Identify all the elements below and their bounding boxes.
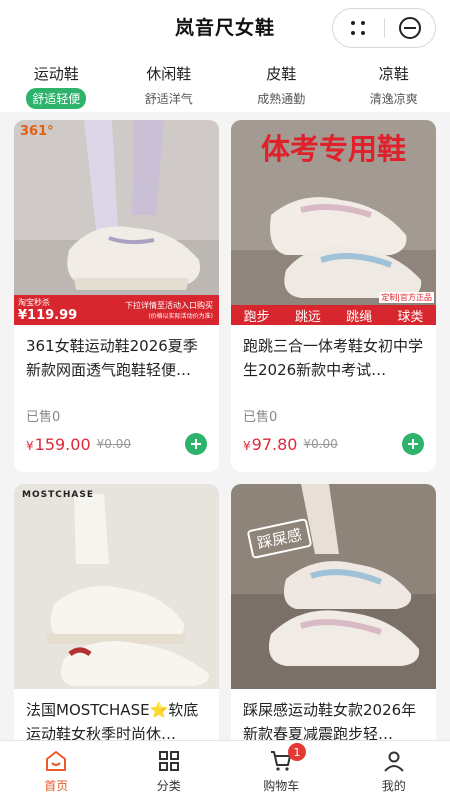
bottom-tab-bar: 首页 分类 1 购物车 我的 [0, 740, 450, 800]
brand-logo: 361° [20, 124, 54, 139]
promo-note: (价格以实际活动价为准) [148, 313, 213, 320]
feature-label: 球类 [397, 309, 424, 325]
sold-count: 已售0 [26, 410, 61, 425]
sold-count: 已售0 [243, 410, 278, 425]
more-dots-icon [351, 21, 366, 35]
tabbar-label: 分类 [156, 779, 181, 793]
home-icon [46, 751, 67, 771]
category-icon [158, 751, 179, 771]
tab-name: 凉鞋 [378, 65, 409, 83]
category-tabs: 运动鞋 舒适轻便 休闲鞋 舒适洋气 皮鞋 成熟通勤 凉鞋 清逸凉爽 [0, 52, 450, 112]
product-card[interactable]: 体考专用鞋 定制|官方正品 跑步 跳远 跳绳 球类 跑跳三合一体考鞋女初中学生2… [231, 120, 436, 472]
product-image: 361° 淘宝秒杀 ¥119.99 下拉详情至活动入口购买 (价格以实际活动价为… [14, 120, 219, 325]
tabbar-label: 我的 [381, 779, 406, 793]
shoe-photo [14, 484, 219, 689]
product-price: ¥97.80 [243, 434, 298, 454]
promo-tag: 淘宝秒杀 [18, 298, 50, 307]
feature-label: 跳绳 [346, 309, 373, 325]
tab-name: 皮鞋 [266, 65, 297, 83]
original-price: ¥0.00 [303, 437, 338, 451]
cart-badge: 1 [288, 743, 306, 761]
tab-subtitle: 清逸凉爽 [369, 92, 418, 106]
product-image: 踩屎感 [231, 484, 436, 689]
tab-subtitle: 舒适轻便 [26, 88, 87, 109]
price-row: ¥159.00 ¥0.00 [14, 431, 219, 457]
tabbar-item-cart[interactable]: 1 购物车 [225, 741, 338, 800]
tabbar-label: 首页 [44, 779, 69, 793]
tab-name: 运动鞋 [33, 65, 79, 83]
original-price: ¥0.00 [96, 437, 131, 451]
user-icon [384, 751, 404, 772]
close-circle-icon [398, 17, 421, 39]
tabbar-label: 购物车 [263, 779, 300, 793]
promo-banner: 淘宝秒杀 ¥119.99 下拉详情至活动入口购买 (价格以实际活动价为准) [14, 295, 219, 325]
feature-label: 跑步 [243, 309, 270, 325]
promo-headline: 体考专用鞋 [260, 132, 406, 166]
brand-logo: MOSTCHASE [22, 490, 94, 500]
more-button[interactable] [333, 9, 384, 47]
product-title: 法国MOSTCHASE⭐软底运动鞋女秋季时尚休… [26, 701, 199, 743]
product-image: MOSTCHASE [14, 484, 219, 689]
product-card[interactable]: 361° 淘宝秒杀 ¥119.99 下拉详情至活动入口购买 (价格以实际活动价为… [14, 120, 219, 472]
tab-casual-shoes[interactable]: 休闲鞋 舒适洋气 [113, 52, 226, 112]
price-row: ¥97.80 ¥0.00 [231, 431, 436, 457]
product-image: 体考专用鞋 定制|官方正品 跑步 跳远 跳绳 球类 [231, 120, 436, 325]
product-title: 踩屎感运动鞋女款2026年新款春夏减震跑步轻… [243, 701, 417, 743]
feature-label: 跳远 [294, 309, 321, 325]
plus-icon [191, 439, 201, 449]
tabbar-item-home[interactable]: 首页 [0, 741, 113, 800]
tabbar-item-profile[interactable]: 我的 [338, 741, 450, 800]
tab-sandals[interactable]: 凉鞋 清逸凉爽 [338, 52, 450, 112]
tab-subtitle: 舒适洋气 [144, 92, 193, 106]
tab-leather-shoes[interactable]: 皮鞋 成熟通勤 [225, 52, 338, 112]
promo-price: ¥119.99 [18, 308, 78, 323]
shoe-photo [231, 484, 436, 689]
promo-line: 下拉详情至活动入口购买 [125, 301, 213, 310]
nav-bar: 岚音尺女鞋 [0, 0, 450, 52]
tab-name: 休闲鞋 [146, 65, 192, 83]
product-price: ¥159.00 [26, 434, 91, 454]
add-to-cart-button[interactable] [185, 433, 207, 455]
tab-sports-shoes[interactable]: 运动鞋 舒适轻便 [0, 52, 113, 112]
tab-subtitle: 成熟通勤 [257, 92, 306, 106]
add-to-cart-button[interactable] [402, 433, 424, 455]
page-title: 岚音尺女鞋 [174, 16, 275, 39]
plus-icon [408, 439, 418, 449]
tabbar-item-category[interactable]: 分类 [113, 741, 226, 800]
product-title: 跑跳三合一体考鞋女初中学生2026新款中考试… [243, 337, 424, 379]
mini-program-capsule [332, 8, 436, 48]
close-button[interactable] [385, 9, 436, 47]
feature-strip: 跑步 跳远 跳绳 球类 [231, 305, 436, 325]
corner-tag: 定制|官方正品 [379, 292, 434, 303]
product-title: 361女鞋运动鞋2026夏季新款网面透气跑鞋轻便… [26, 337, 198, 379]
